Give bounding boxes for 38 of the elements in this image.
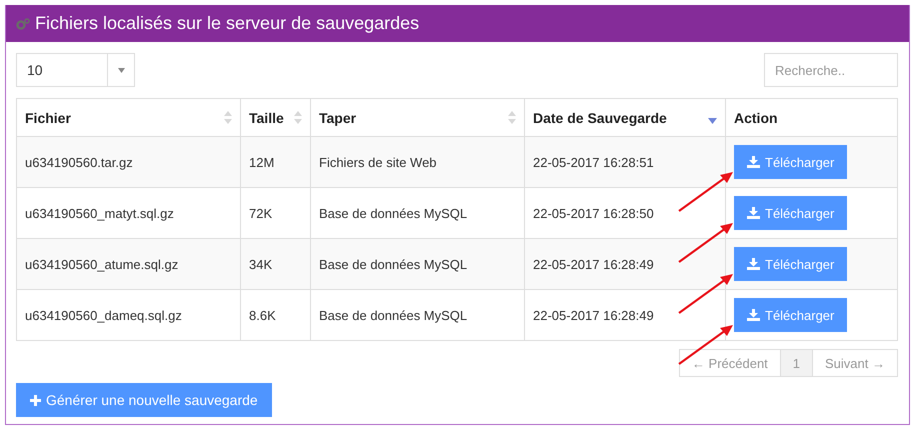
panel-title: Fichiers localisés sur le serveur de sauvegardes [35,13,420,34]
caret-icon [118,68,124,72]
backup-date: 22-05-2017 16:28:51 [524,136,726,188]
sort-descending-icon[interactable] [708,118,717,124]
column-header: Action [734,110,778,126]
file-name: u634190560.tar.gz [16,136,240,188]
column-header: Taper [319,110,356,126]
download-button[interactable]: Télécharger [734,145,848,179]
column-header: Fichier [25,110,71,126]
download-button[interactable]: Télécharger [734,196,848,230]
file-size: 34K [240,238,310,290]
gear-icon [16,18,30,30]
sort-icon[interactable] [294,111,302,124]
file-type: Base de données MySQL [310,290,524,340]
page-number[interactable]: 1 [780,349,814,377]
download-icon [747,207,760,219]
file-name: u634190560_dameq.sql.gz [16,290,240,340]
previous-page-link[interactable]: ← Précédent [678,349,781,377]
next-page-link[interactable]: Suivant → [812,349,898,377]
file-type: Fichiers de site Web [310,136,524,188]
plus-icon [30,394,41,406]
backup-date: 22-05-2017 16:28:49 [524,238,726,290]
download-icon [747,309,760,321]
file-size: 8.6K [240,290,310,340]
sort-icon[interactable] [224,111,232,124]
column-header: Date de Sauvegarde [533,110,667,126]
file-name: u634190560_atume.sql.gz [16,238,240,290]
download-button[interactable]: Télécharger [734,247,848,281]
sort-icon[interactable] [508,111,516,124]
generate-backup-button[interactable]: Générer une nouvelle sauvegarde [16,383,272,417]
file-size: 12M [240,136,310,188]
download-icon [747,156,760,168]
column-header: Taille [249,110,284,126]
download-button[interactable]: Télécharger [734,298,848,332]
page-size-select[interactable]: 10 [16,53,135,87]
download-icon [747,258,760,270]
file-type: Base de données MySQL [310,238,524,290]
search-field[interactable]: Recherche.. [764,53,898,87]
